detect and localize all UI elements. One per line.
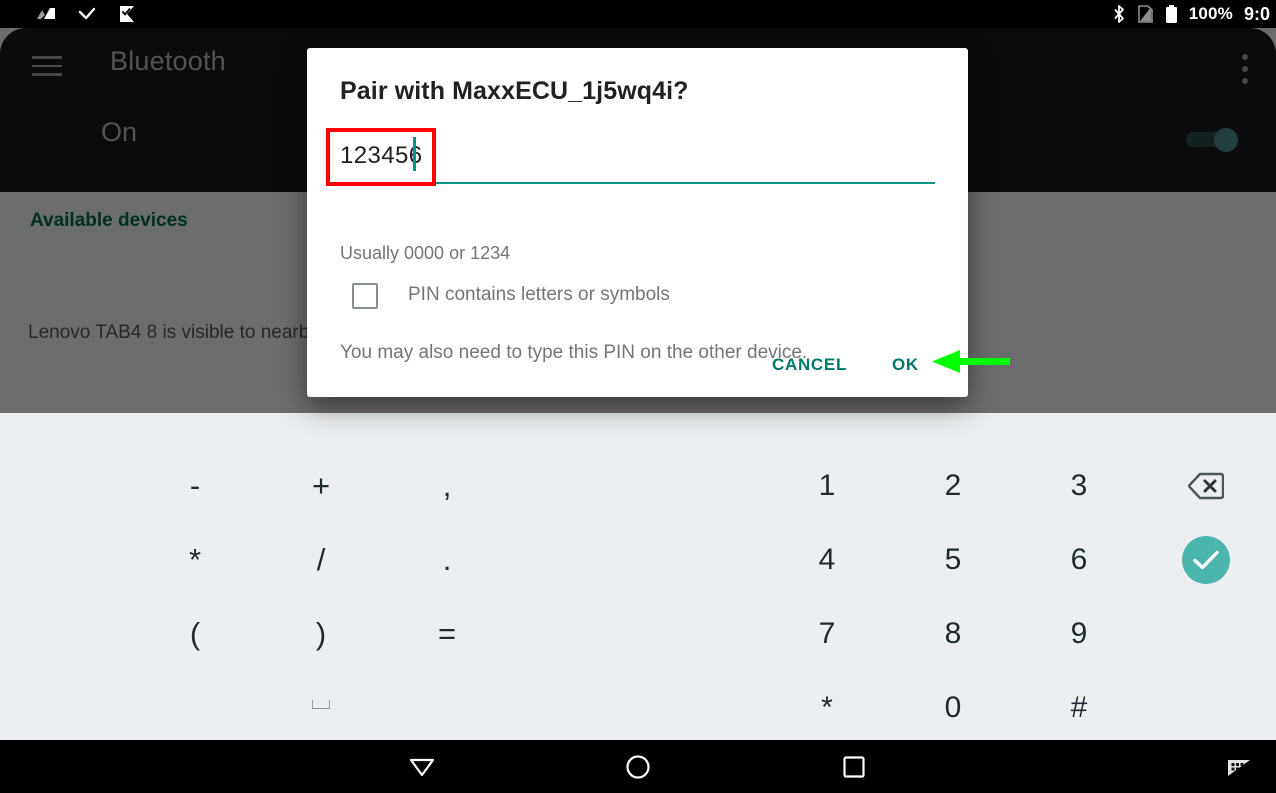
key-asterisk-left[interactable]: * bbox=[155, 527, 235, 593]
enter-button[interactable] bbox=[1168, 527, 1244, 593]
bluetooth-icon bbox=[1114, 5, 1124, 23]
key-2[interactable]: 2 bbox=[913, 453, 993, 519]
key-0[interactable]: 0 bbox=[913, 675, 993, 741]
pin-letters-checkbox-row[interactable]: PIN contains letters or symbols bbox=[340, 282, 900, 312]
key-3[interactable]: 3 bbox=[1039, 453, 1119, 519]
home-circle-icon[interactable] bbox=[606, 740, 670, 793]
pin-hint-text: Usually 0000 or 1234 bbox=[340, 243, 511, 263]
pin-input[interactable]: 123456 bbox=[340, 134, 935, 184]
key-5[interactable]: 5 bbox=[913, 527, 993, 593]
key-8[interactable]: 8 bbox=[913, 601, 993, 667]
input-underline bbox=[340, 181, 935, 184]
key-asterisk[interactable]: * bbox=[787, 675, 867, 741]
navigation-bar bbox=[0, 740, 1276, 793]
key-7[interactable]: 7 bbox=[787, 601, 867, 667]
key-comma[interactable]: , bbox=[407, 453, 487, 519]
numeric-keyboard: - + , * / . ( ) = ⌴ 1 2 3 4 5 6 7 8 9 * … bbox=[0, 413, 1276, 740]
status-bar-left-icons bbox=[36, 0, 138, 28]
back-triangle-icon[interactable] bbox=[390, 740, 454, 793]
key-slash[interactable]: / bbox=[281, 527, 361, 593]
page-title: Bluetooth bbox=[110, 46, 226, 76]
pin-letters-checkbox[interactable] bbox=[352, 283, 378, 309]
dialog-title: Pair with MaxxECU_1j5wq4i? bbox=[340, 77, 689, 105]
bluetooth-toggle-switch[interactable] bbox=[1186, 128, 1238, 152]
signal-activity-icon bbox=[37, 8, 55, 19]
clock-label: 9:0 bbox=[1243, 3, 1270, 24]
toggle-thumb bbox=[1214, 128, 1238, 152]
battery-percent-label: 100% bbox=[1188, 4, 1233, 23]
ok-button[interactable]: OK bbox=[892, 347, 919, 383]
overflow-menu-icon[interactable] bbox=[1242, 54, 1248, 90]
cancel-button[interactable]: CANCEL bbox=[772, 347, 847, 383]
flag-check-icon bbox=[120, 6, 134, 22]
dialog-note: You may also need to type this PIN on th… bbox=[340, 342, 808, 363]
key-minus[interactable]: - bbox=[155, 453, 235, 519]
bluetooth-state-label: On bbox=[101, 117, 138, 147]
battery-full-icon bbox=[1165, 5, 1177, 23]
keyboard-switcher-icon[interactable] bbox=[1216, 740, 1262, 793]
key-1[interactable]: 1 bbox=[787, 453, 867, 519]
backspace-icon[interactable] bbox=[1168, 453, 1244, 519]
recents-square-icon[interactable] bbox=[822, 740, 886, 793]
key-9[interactable]: 9 bbox=[1039, 601, 1119, 667]
visibility-note: Lenovo TAB4 8 is visible to nearb bbox=[28, 322, 310, 343]
key-plus[interactable]: + bbox=[281, 453, 361, 519]
key-hash[interactable]: # bbox=[1039, 675, 1119, 741]
checkmark-icon bbox=[1182, 536, 1230, 584]
hamburger-menu-icon[interactable] bbox=[32, 56, 62, 76]
key-6[interactable]: 6 bbox=[1039, 527, 1119, 593]
pair-dialog: Pair with MaxxECU_1j5wq4i? 123456 Usuall… bbox=[307, 48, 968, 397]
key-equals[interactable]: = bbox=[407, 601, 487, 667]
pin-letters-checkbox-label: PIN contains letters or symbols bbox=[408, 284, 670, 305]
key-4[interactable]: 4 bbox=[787, 527, 867, 593]
no-sim-icon bbox=[1137, 5, 1153, 23]
device-screen: Bluetooth On Available devices Lenovo TA… bbox=[0, 0, 1276, 793]
status-bar-right-icons: 100% 9:0 bbox=[1112, 0, 1270, 28]
key-paren-close[interactable]: ) bbox=[281, 601, 361, 667]
key-space[interactable]: ⌴ bbox=[281, 671, 361, 731]
text-caret bbox=[413, 137, 416, 171]
key-period[interactable]: . bbox=[407, 527, 487, 593]
status-bar: 100% 9:0 bbox=[0, 0, 1276, 28]
checkmark-icon bbox=[78, 7, 96, 20]
pin-input-value: 123456 bbox=[340, 142, 423, 169]
available-devices-header: Available devices bbox=[30, 210, 188, 231]
key-paren-open[interactable]: ( bbox=[155, 601, 235, 667]
